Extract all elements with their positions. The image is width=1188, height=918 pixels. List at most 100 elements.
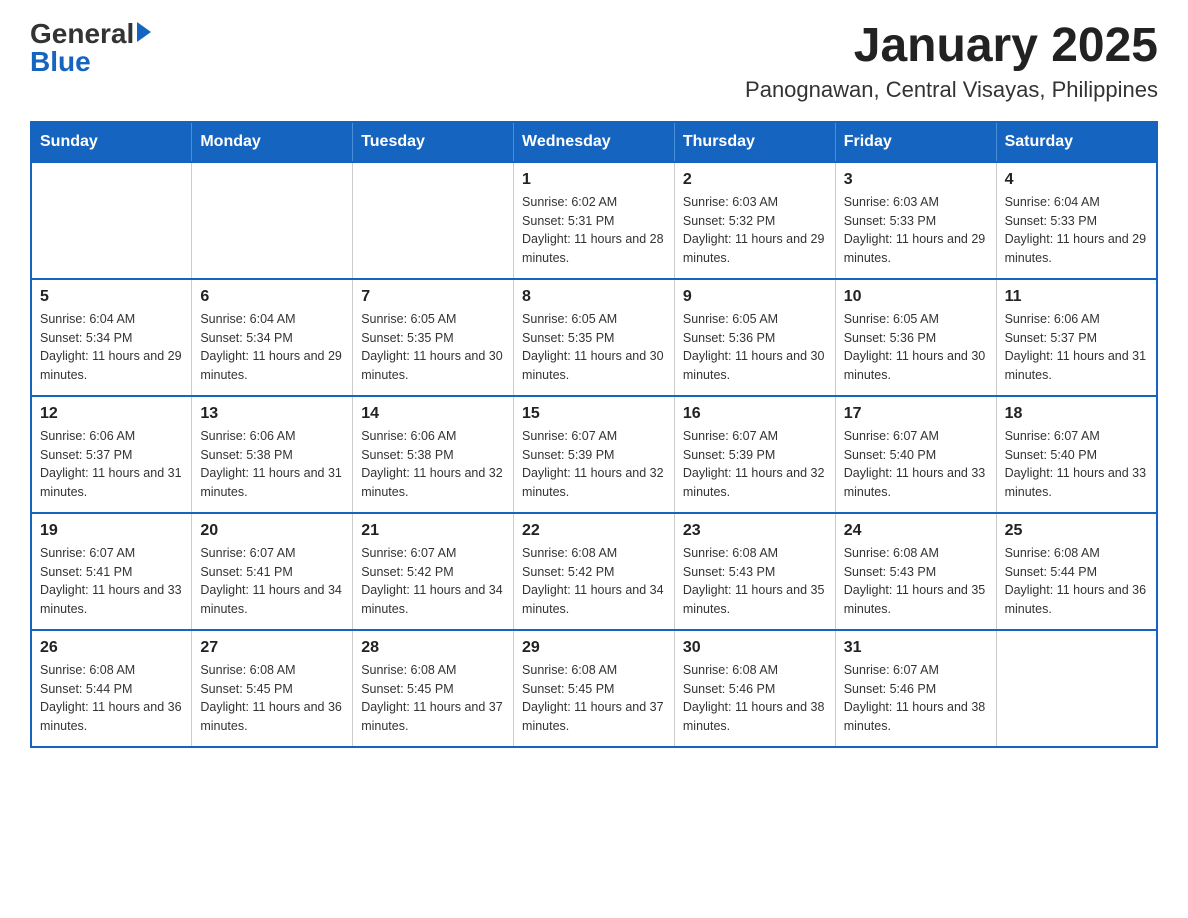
calendar-cell: 12 Sunrise: 6:06 AMSunset: 5:37 PMDayligh…	[31, 396, 192, 513]
calendar-cell: 18 Sunrise: 6:07 AMSunset: 5:40 PMDayligh…	[996, 396, 1157, 513]
day-info: Sunrise: 6:04 AMSunset: 5:33 PMDaylight:…	[1005, 193, 1148, 268]
day-info: Sunrise: 6:08 AMSunset: 5:44 PMDaylight:…	[40, 661, 183, 736]
day-number: 28	[361, 639, 505, 657]
calendar-cell: 17 Sunrise: 6:07 AMSunset: 5:40 PMDayligh…	[835, 396, 996, 513]
day-info: Sunrise: 6:05 AMSunset: 5:36 PMDaylight:…	[844, 310, 988, 385]
day-number: 16	[683, 405, 827, 423]
calendar-cell: 28 Sunrise: 6:08 AMSunset: 5:45 PMDayligh…	[353, 630, 514, 747]
calendar-cell: 22Sunrise: 6:08 AMSunset: 5:42 PMDayligh…	[514, 513, 675, 630]
day-info: Sunrise: 6:03 AMSunset: 5:32 PMDaylight:…	[683, 193, 827, 268]
day-number: 7	[361, 288, 505, 306]
day-info: Sunrise: 6:08 AMSunset: 5:44 PMDaylight:…	[1005, 544, 1148, 619]
calendar-cell: 21 Sunrise: 6:07 AMSunset: 5:42 PMDayligh…	[353, 513, 514, 630]
logo-general: General	[30, 20, 134, 48]
calendar-week-row: 26 Sunrise: 6:08 AMSunset: 5:44 PMDayligh…	[31, 630, 1157, 747]
day-info: Sunrise: 6:04 AMSunset: 5:34 PMDaylight:…	[200, 310, 344, 385]
day-info: Sunrise: 6:05 AMSunset: 5:35 PMDaylight:…	[522, 310, 666, 385]
calendar-cell: 30 Sunrise: 6:08 AMSunset: 5:46 PMDayligh…	[674, 630, 835, 747]
calendar-cell: 29 Sunrise: 6:08 AMSunset: 5:45 PMDayligh…	[514, 630, 675, 747]
day-number: 5	[40, 288, 183, 306]
day-number: 24	[844, 522, 988, 540]
calendar-cell: 31Sunrise: 6:07 AMSunset: 5:46 PMDayligh…	[835, 630, 996, 747]
day-info: Sunrise: 6:08 AMSunset: 5:45 PMDaylight:…	[522, 661, 666, 736]
calendar-cell: 23Sunrise: 6:08 AMSunset: 5:43 PMDayligh…	[674, 513, 835, 630]
calendar-cell: 10Sunrise: 6:05 AMSunset: 5:36 PMDayligh…	[835, 279, 996, 396]
day-number: 18	[1005, 405, 1148, 423]
calendar-cell: 24 Sunrise: 6:08 AMSunset: 5:43 PMDayligh…	[835, 513, 996, 630]
calendar-cell	[996, 630, 1157, 747]
calendar-cell: 8 Sunrise: 6:05 AMSunset: 5:35 PMDaylight…	[514, 279, 675, 396]
title-block: January 2025 Panognawan, Central Visayas…	[745, 20, 1158, 103]
calendar-cell: 9 Sunrise: 6:05 AMSunset: 5:36 PMDaylight…	[674, 279, 835, 396]
day-info: Sunrise: 6:07 AMSunset: 5:40 PMDaylight:…	[844, 427, 988, 502]
day-info: Sunrise: 6:06 AMSunset: 5:38 PMDaylight:…	[200, 427, 344, 502]
day-number: 29	[522, 639, 666, 657]
day-info: Sunrise: 6:06 AMSunset: 5:37 PMDaylight:…	[40, 427, 183, 502]
calendar-cell	[353, 162, 514, 279]
day-info: Sunrise: 6:06 AMSunset: 5:38 PMDaylight:…	[361, 427, 505, 502]
day-number: 2	[683, 171, 827, 189]
calendar-day-header: Friday	[835, 122, 996, 162]
day-number: 6	[200, 288, 344, 306]
calendar-cell: 4Sunrise: 6:04 AMSunset: 5:33 PMDaylight…	[996, 162, 1157, 279]
calendar-cell: 3 Sunrise: 6:03 AMSunset: 5:33 PMDaylight…	[835, 162, 996, 279]
calendar-cell: 16 Sunrise: 6:07 AMSunset: 5:39 PMDayligh…	[674, 396, 835, 513]
day-number: 27	[200, 639, 344, 657]
day-info: Sunrise: 6:08 AMSunset: 5:45 PMDaylight:…	[361, 661, 505, 736]
day-number: 19	[40, 522, 183, 540]
day-number: 12	[40, 405, 183, 423]
day-number: 31	[844, 639, 988, 657]
logo-arrow-icon	[137, 22, 151, 42]
calendar-cell: 11 Sunrise: 6:06 AMSunset: 5:37 PMDayligh…	[996, 279, 1157, 396]
calendar-cell: 6 Sunrise: 6:04 AMSunset: 5:34 PMDaylight…	[192, 279, 353, 396]
day-info: Sunrise: 6:07 AMSunset: 5:39 PMDaylight:…	[683, 427, 827, 502]
calendar-cell: 1 Sunrise: 6:02 AMSunset: 5:31 PMDaylight…	[514, 162, 675, 279]
day-number: 11	[1005, 288, 1148, 306]
day-number: 9	[683, 288, 827, 306]
day-info: Sunrise: 6:08 AMSunset: 5:43 PMDaylight:…	[683, 544, 827, 619]
day-info: Sunrise: 6:05 AMSunset: 5:35 PMDaylight:…	[361, 310, 505, 385]
day-number: 3	[844, 171, 988, 189]
day-number: 30	[683, 639, 827, 657]
day-number: 14	[361, 405, 505, 423]
page-subtitle: Panognawan, Central Visayas, Philippines	[745, 77, 1158, 103]
calendar-week-row: 5 Sunrise: 6:04 AMSunset: 5:34 PMDaylight…	[31, 279, 1157, 396]
calendar-day-header: Tuesday	[353, 122, 514, 162]
calendar-cell: 20Sunrise: 6:07 AMSunset: 5:41 PMDayligh…	[192, 513, 353, 630]
calendar-cell: 7 Sunrise: 6:05 AMSunset: 5:35 PMDaylight…	[353, 279, 514, 396]
day-info: Sunrise: 6:04 AMSunset: 5:34 PMDaylight:…	[40, 310, 183, 385]
day-info: Sunrise: 6:02 AMSunset: 5:31 PMDaylight:…	[522, 193, 666, 268]
page-title: January 2025	[745, 20, 1158, 73]
calendar-cell: 5 Sunrise: 6:04 AMSunset: 5:34 PMDaylight…	[31, 279, 192, 396]
calendar-week-row: 12 Sunrise: 6:06 AMSunset: 5:37 PMDayligh…	[31, 396, 1157, 513]
day-number: 1	[522, 171, 666, 189]
day-info: Sunrise: 6:08 AMSunset: 5:46 PMDaylight:…	[683, 661, 827, 736]
calendar-cell: 14 Sunrise: 6:06 AMSunset: 5:38 PMDayligh…	[353, 396, 514, 513]
day-number: 8	[522, 288, 666, 306]
day-number: 26	[40, 639, 183, 657]
day-info: Sunrise: 6:07 AMSunset: 5:39 PMDaylight:…	[522, 427, 666, 502]
day-info: Sunrise: 6:08 AMSunset: 5:43 PMDaylight:…	[844, 544, 988, 619]
day-number: 17	[844, 405, 988, 423]
calendar-cell: 25Sunrise: 6:08 AMSunset: 5:44 PMDayligh…	[996, 513, 1157, 630]
day-number: 15	[522, 405, 666, 423]
calendar-day-header: Thursday	[674, 122, 835, 162]
day-number: 22	[522, 522, 666, 540]
calendar-day-header: Sunday	[31, 122, 192, 162]
calendar-table: SundayMondayTuesdayWednesdayThursdayFrid…	[30, 121, 1158, 748]
day-info: Sunrise: 6:06 AMSunset: 5:37 PMDaylight:…	[1005, 310, 1148, 385]
calendar-cell: 19Sunrise: 6:07 AMSunset: 5:41 PMDayligh…	[31, 513, 192, 630]
calendar-cell: 2 Sunrise: 6:03 AMSunset: 5:32 PMDaylight…	[674, 162, 835, 279]
calendar-header-row: SundayMondayTuesdayWednesdayThursdayFrid…	[31, 122, 1157, 162]
day-info: Sunrise: 6:07 AMSunset: 5:41 PMDaylight:…	[200, 544, 344, 619]
day-info: Sunrise: 6:03 AMSunset: 5:33 PMDaylight:…	[844, 193, 988, 268]
day-info: Sunrise: 6:07 AMSunset: 5:42 PMDaylight:…	[361, 544, 505, 619]
calendar-day-header: Monday	[192, 122, 353, 162]
page-header: General Blue January 2025 Panognawan, Ce…	[30, 20, 1158, 103]
day-info: Sunrise: 6:07 AMSunset: 5:40 PMDaylight:…	[1005, 427, 1148, 502]
day-info: Sunrise: 6:05 AMSunset: 5:36 PMDaylight:…	[683, 310, 827, 385]
day-info: Sunrise: 6:08 AMSunset: 5:45 PMDaylight:…	[200, 661, 344, 736]
calendar-day-header: Saturday	[996, 122, 1157, 162]
day-number: 21	[361, 522, 505, 540]
calendar-week-row: 19 Sunrise: 6:07 AMSunset: 5:41 PMDayligh…	[31, 513, 1157, 630]
